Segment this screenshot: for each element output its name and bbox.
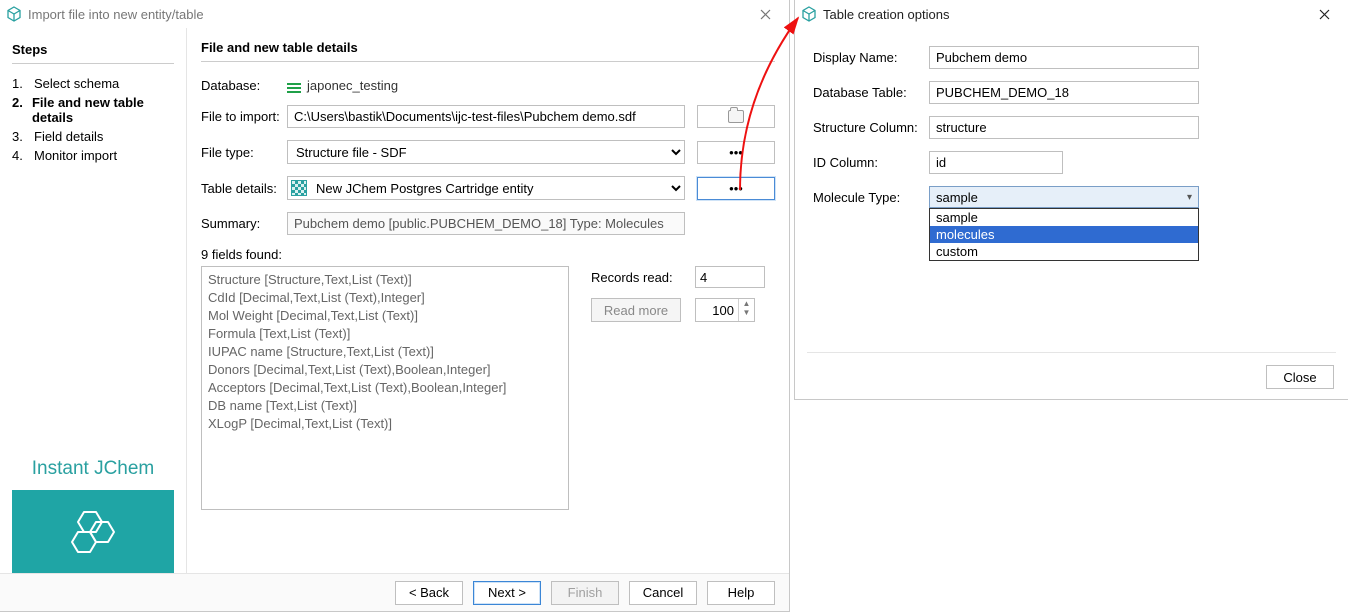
back-button[interactable]: < Back: [395, 581, 463, 605]
steps-pane: Steps 1.Select schema 2.File and new tab…: [0, 28, 187, 574]
structure-column-label: Structure Column:: [813, 120, 929, 135]
id-column-label: ID Column:: [813, 155, 929, 170]
brand-text: Instant JChem: [12, 444, 174, 490]
summary-field: [287, 212, 685, 235]
table-options-dialog: Table creation options Display Name: Dat…: [794, 0, 1348, 400]
import-dialog: Import file into new entity/table Steps …: [0, 0, 790, 612]
close-icon[interactable]: [745, 3, 785, 25]
read-more-button[interactable]: Read more: [591, 298, 681, 322]
cancel-button[interactable]: Cancel: [629, 581, 697, 605]
table-options-title: Table creation options: [823, 7, 1304, 22]
branding: Instant JChem: [12, 444, 174, 574]
records-read-value: [695, 266, 765, 288]
table-details-select[interactable]: New JChem Postgres Cartridge entity: [287, 176, 685, 200]
molecule-type-option-molecules[interactable]: molecules: [930, 226, 1198, 243]
step-monitor-import: 4.Monitor import: [12, 146, 174, 165]
import-footer: < Back Next > Finish Cancel Help: [0, 573, 789, 611]
table-details-options-button[interactable]: •••: [697, 177, 775, 200]
list-item[interactable]: IUPAC name [Structure,Text,List (Text)]: [208, 343, 562, 361]
main-pane: File and new table details Database: jap…: [187, 28, 789, 574]
database-table-input[interactable]: [929, 81, 1199, 104]
finish-button: Finish: [551, 581, 619, 605]
molecule-type-value: sample: [936, 190, 978, 205]
database-icon: [287, 83, 301, 86]
brand-logo: [12, 490, 174, 574]
fields-found-label: 9 fields found:: [201, 247, 775, 262]
folder-icon: [728, 110, 744, 123]
records-increment-stepper[interactable]: ▲▼: [695, 298, 755, 322]
database-value: japonec_testing: [307, 78, 398, 93]
database-table-label: Database Table:: [813, 85, 929, 100]
file-to-import-label: File to import:: [201, 109, 287, 124]
step-select-schema: 1.Select schema: [12, 74, 174, 93]
database-label: Database:: [201, 78, 287, 93]
table-details-label: Table details:: [201, 181, 287, 196]
browse-file-button[interactable]: [697, 105, 775, 128]
molecule-type-dropdown[interactable]: sample molecules custom: [929, 208, 1199, 261]
import-titlebar: Import file into new entity/table: [0, 0, 789, 28]
app-icon: [6, 6, 22, 22]
next-button[interactable]: Next >: [473, 581, 541, 605]
help-button[interactable]: Help: [707, 581, 775, 605]
divider: [807, 352, 1336, 353]
fields-listbox[interactable]: Structure [Structure,Text,List (Text)] C…: [201, 266, 569, 510]
structure-column-input[interactable]: [929, 116, 1199, 139]
stepper-arrows-icon[interactable]: ▲▼: [738, 299, 754, 321]
list-item[interactable]: Formula [Text,List (Text)]: [208, 325, 562, 343]
molecule-type-option-custom[interactable]: custom: [930, 243, 1198, 260]
steps-header: Steps: [12, 42, 174, 64]
step-field-details: 3.Field details: [12, 127, 174, 146]
close-button[interactable]: Close: [1266, 365, 1334, 389]
molecule-type-select[interactable]: sample ▾: [929, 186, 1199, 208]
steps-list: 1.Select schema 2.File and new table det…: [12, 74, 174, 165]
file-to-import-input[interactable]: [287, 105, 685, 128]
chevron-down-icon: ▾: [1187, 192, 1192, 203]
table-options-body: Display Name: Database Table: Structure …: [795, 28, 1348, 208]
list-item[interactable]: XLogP [Decimal,Text,List (Text)]: [208, 415, 562, 433]
records-read-label: Records read:: [591, 270, 695, 285]
file-type-select[interactable]: Structure file - SDF: [287, 140, 685, 164]
app-icon: [801, 6, 817, 22]
display-name-input[interactable]: [929, 46, 1199, 69]
list-item[interactable]: Acceptors [Decimal,Text,List (Text),Bool…: [208, 379, 562, 397]
entity-icon: [291, 180, 307, 196]
list-item[interactable]: Mol Weight [Decimal,Text,List (Text)]: [208, 307, 562, 325]
file-type-label: File type:: [201, 145, 287, 160]
list-item[interactable]: DB name [Text,List (Text)]: [208, 397, 562, 415]
molecule-type-label: Molecule Type:: [813, 190, 929, 205]
summary-label: Summary:: [201, 216, 287, 231]
pane-title: File and new table details: [201, 40, 775, 62]
list-item[interactable]: Donors [Decimal,Text,List (Text),Boolean…: [208, 361, 562, 379]
close-icon[interactable]: [1304, 3, 1344, 25]
import-title: Import file into new entity/table: [28, 7, 745, 22]
step-file-and-table: 2.File and new table details: [12, 93, 174, 127]
molecule-type-option-sample[interactable]: sample: [930, 209, 1198, 226]
records-increment-input[interactable]: [696, 299, 738, 321]
list-item[interactable]: CdId [Decimal,Text,List (Text),Integer]: [208, 289, 562, 307]
list-item[interactable]: Structure [Structure,Text,List (Text)]: [208, 271, 562, 289]
file-type-options-button[interactable]: •••: [697, 141, 775, 164]
table-options-titlebar: Table creation options: [795, 0, 1348, 28]
id-column-input[interactable]: [929, 151, 1063, 174]
display-name-label: Display Name:: [813, 50, 929, 65]
